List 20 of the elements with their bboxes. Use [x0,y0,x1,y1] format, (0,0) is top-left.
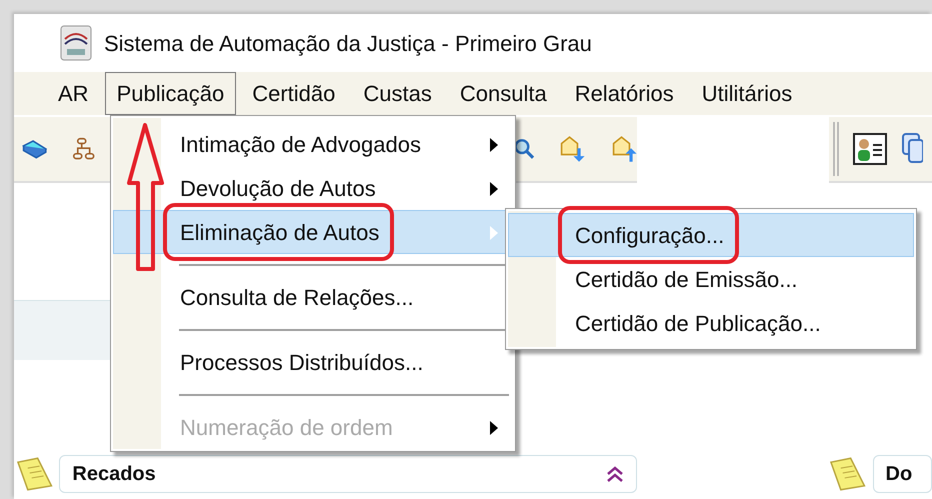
scanner-icon [22,137,48,161]
menu-bar-item[interactable]: Custas [351,72,444,115]
menu-bar-item[interactable]: Publicação [104,72,236,115]
menu-bar-item[interactable]: Consulta [448,72,559,115]
menu-bar-item[interactable]: AR [46,72,101,115]
window-title: Sistema de Automação da Justiça - Primeiro Grau [104,30,592,58]
menu-bar-item[interactable]: Certidão [240,72,348,115]
copy-icon [901,132,923,166]
menu-item[interactable]: Certidão de Emissão... [508,257,914,301]
panel-title: Do [886,462,912,487]
menu-item[interactable]: Configuração... [508,213,914,257]
toolbar-grip-icon [833,122,839,176]
panel-title: Recados [72,462,156,487]
contact-card-icon [853,133,887,165]
menu-bar-item[interactable]: Relatórios [562,72,686,115]
collapse-chevron-icon[interactable] [606,466,624,482]
app-logo-icon [60,25,92,61]
note-icon [827,456,866,492]
note-icon [14,456,54,492]
menu-bar-item[interactable]: Utilitários [690,72,804,115]
